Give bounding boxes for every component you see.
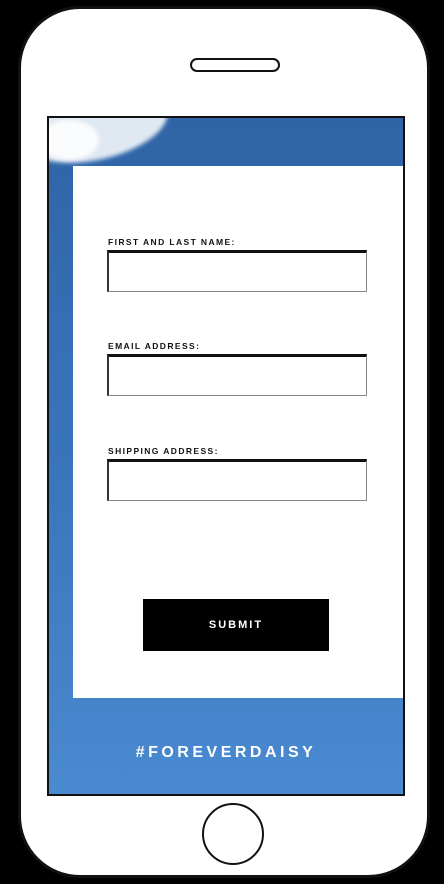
- shipping-address-input[interactable]: [107, 459, 367, 501]
- home-button-icon[interactable]: [202, 803, 264, 865]
- email-label: EMAIL ADDRESS:: [108, 341, 201, 351]
- name-input[interactable]: [107, 250, 367, 292]
- speaker-slot-icon: [190, 58, 280, 72]
- submit-button[interactable]: SUBMIT: [143, 599, 329, 651]
- signup-form-card: FIRST AND LAST NAME: EMAIL ADDRESS: SHIP…: [73, 166, 403, 698]
- name-label: FIRST AND LAST NAME:: [108, 237, 236, 247]
- shipping-address-label: SHIPPING ADDRESS:: [108, 446, 219, 456]
- email-input[interactable]: [107, 354, 367, 396]
- phone-frame: FIRST AND LAST NAME: EMAIL ADDRESS: SHIP…: [18, 6, 430, 878]
- phone-screen: FIRST AND LAST NAME: EMAIL ADDRESS: SHIP…: [47, 116, 405, 796]
- hashtag-text: #FOREVERDAISY: [135, 744, 317, 761]
